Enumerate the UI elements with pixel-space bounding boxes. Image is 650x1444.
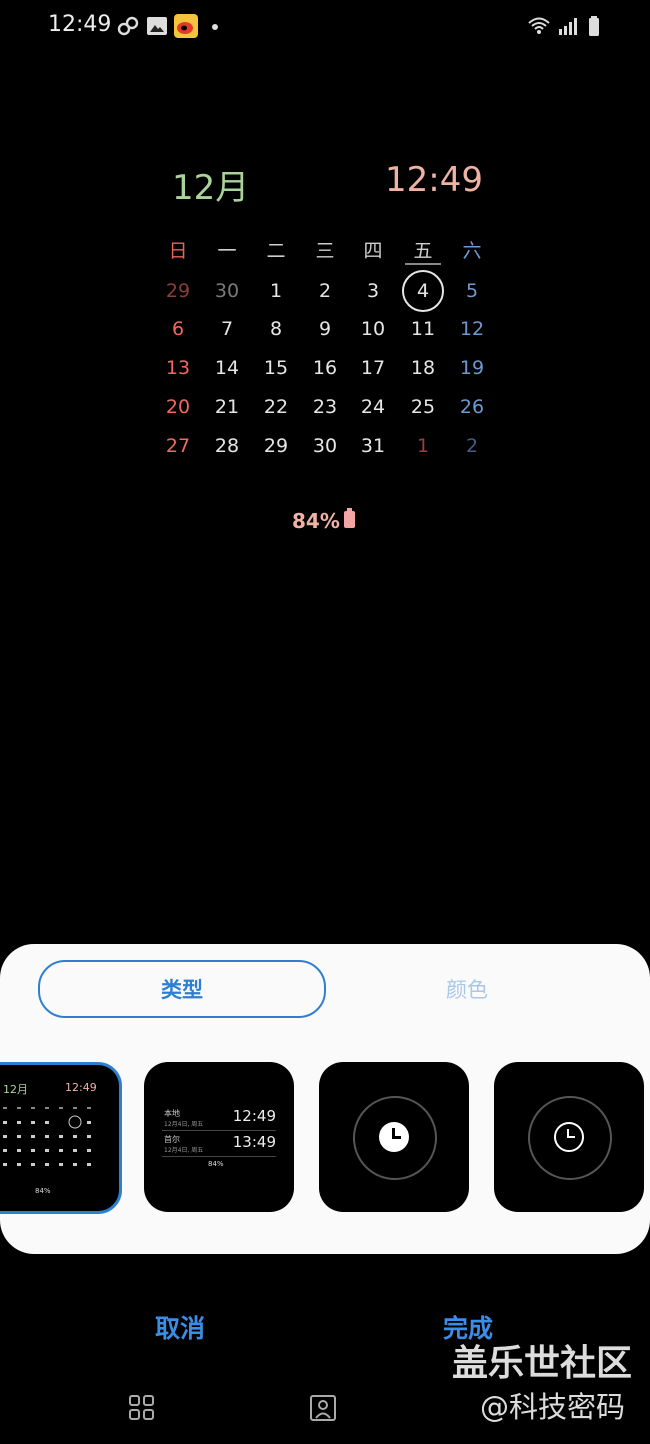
calendar-day: 26	[459, 396, 485, 418]
calendar-day: 20	[165, 396, 191, 418]
watermark-title: 盖乐世社区	[452, 1343, 633, 1384]
clock-outline-icon	[554, 1122, 584, 1152]
calendar-day: 14	[214, 357, 240, 379]
calendar-day: 17	[360, 357, 386, 379]
style-card-dual-clock[interactable]: 本地 12月4日, 周五 12:49 首尔 12月4日, 周五 13:49 84…	[144, 1062, 294, 1212]
calendar-day: 11	[410, 318, 436, 340]
style-card-clock-outline[interactable]	[494, 1062, 644, 1212]
battery-percent: 84%	[292, 509, 340, 533]
calendar-day: 2	[318, 280, 332, 302]
calendar-day: 10	[360, 318, 386, 340]
tab-type[interactable]: 类型	[38, 960, 326, 1018]
calendar-day: 13	[165, 357, 191, 379]
link-icon	[117, 16, 139, 36]
style-picker-sheet: 类型 颜色 12月 12:49 84% 本地 12月4日, 周五 12:49 首…	[0, 944, 650, 1254]
calendar-day: 21	[214, 396, 240, 418]
preview-battery: 84%	[208, 1160, 224, 1168]
seoul-label: 首尔	[164, 1135, 180, 1144]
calendar-day: 19	[459, 357, 485, 379]
status-time: 12:49	[48, 12, 112, 37]
weekday-wed: 三	[315, 240, 335, 262]
seoul-date: 12月4日, 周五	[164, 1147, 204, 1154]
style-card-calendar[interactable]: 12月 12:49 84%	[0, 1062, 122, 1214]
clock-filled-icon	[379, 1122, 409, 1152]
weekday-sun: 日	[168, 240, 188, 262]
calendar-day: 24	[360, 396, 386, 418]
notification-dot	[212, 24, 218, 30]
current-weekday-marker	[405, 263, 441, 265]
calendar-day: 23	[312, 396, 338, 418]
style-card-clock-filled[interactable]	[319, 1062, 469, 1212]
divider	[162, 1130, 276, 1131]
preview-month: 12月	[3, 1083, 28, 1096]
preview-battery: 84%	[35, 1187, 51, 1195]
month-title: 12月	[172, 168, 250, 208]
calendar-day: 8	[269, 318, 283, 340]
calendar-day: 25	[410, 396, 436, 418]
calendar-day: 29	[263, 435, 289, 457]
calendar-day: 15	[263, 357, 289, 379]
preview-calendar-grid	[3, 1107, 91, 1166]
watermark-handle: @科技密码	[480, 1390, 626, 1424]
weekday-fri: 五	[413, 240, 433, 262]
local-date: 12月4日, 周五	[164, 1121, 204, 1128]
weekday-sat: 六	[462, 240, 482, 262]
calendar-day: 28	[214, 435, 240, 457]
weekday-tue: 二	[266, 240, 286, 262]
status-bar: 12:49	[0, 0, 650, 56]
weekday-mon: 一	[217, 240, 237, 262]
calendar-day: 3	[366, 280, 380, 302]
local-clock-row: 本地 12月4日, 周五 12:49	[162, 1107, 276, 1130]
tab-color[interactable]: 颜色	[382, 960, 552, 1018]
calendar-day: 1	[269, 280, 283, 302]
calendar-day: 12	[459, 318, 485, 340]
calendar-day: 31	[360, 435, 386, 457]
preview-time: 12:49	[65, 1081, 97, 1094]
calendar-day: 5	[465, 280, 479, 302]
calendar-day-today: 4	[416, 280, 430, 302]
apps-icon[interactable]	[126, 1392, 158, 1424]
signal-icon	[559, 18, 577, 35]
divider	[162, 1156, 276, 1157]
calendar-day: 9	[318, 318, 332, 340]
calendar-day: 30	[312, 435, 338, 457]
local-label: 本地	[164, 1109, 180, 1118]
calendar-day: 30	[214, 280, 240, 302]
calendar-day: 1	[416, 435, 430, 457]
clock-time: 12:49	[385, 160, 483, 200]
calendar-day: 6	[171, 318, 185, 340]
battery-level-icon	[344, 508, 355, 528]
seoul-clock-row: 首尔 12月4日, 周五 13:49	[162, 1133, 276, 1156]
seoul-time: 13:49	[232, 1133, 276, 1151]
calendar-day: 29	[165, 280, 191, 302]
battery-icon	[589, 16, 599, 36]
weibo-icon	[174, 14, 198, 38]
gallery-icon	[147, 17, 167, 35]
weekday-thu: 四	[363, 240, 383, 262]
calendar-day: 27	[165, 435, 191, 457]
calendar-day: 16	[312, 357, 338, 379]
wifi-icon	[528, 17, 550, 34]
local-time: 12:49	[232, 1107, 276, 1125]
calendar-day: 18	[410, 357, 436, 379]
calendar-day: 2	[465, 435, 479, 457]
cancel-button[interactable]: 取消	[120, 1304, 240, 1350]
portrait-icon[interactable]	[307, 1392, 339, 1424]
calendar-day: 7	[220, 318, 234, 340]
calendar-day: 22	[263, 396, 289, 418]
